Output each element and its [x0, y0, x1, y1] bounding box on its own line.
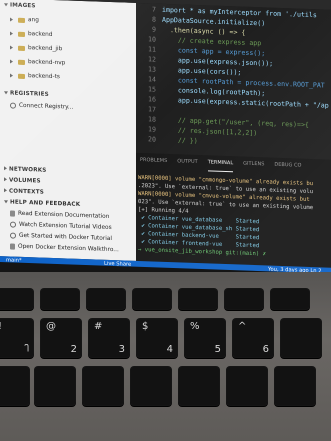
- docker-sidebar: IMAGES ang backend backend_jib backend-n…: [0, 0, 136, 261]
- image-icon: [18, 73, 25, 79]
- key-2[interactable]: @ 2: [40, 318, 82, 358]
- star-icon: [10, 232, 16, 239]
- key[interactable]: [40, 288, 80, 310]
- chevron-right-icon: [4, 188, 7, 193]
- image-icon: [18, 59, 25, 65]
- chevron-down-icon: [4, 91, 8, 95]
- key[interactable]: [178, 288, 218, 310]
- image-icon: [18, 45, 25, 51]
- terminal-line: [+] Running 4/4: [138, 206, 189, 215]
- image-icon: [18, 17, 25, 23]
- tab-terminal[interactable]: TERMINAL: [207, 159, 234, 173]
- bottom-panel: PROBLEMS OUTPUT TERMINAL GITLENS DEBUG C…: [136, 152, 331, 268]
- key[interactable]: [86, 288, 126, 310]
- chevron-right-icon: [10, 73, 13, 78]
- tab-debug-console[interactable]: DEBUG CO: [274, 162, 301, 175]
- registries-header[interactable]: REGISTRIES: [4, 90, 49, 98]
- keyboard-deck: ! ๅ @ 2 # 3 $ 4 % 5 ^ 6: [0, 272, 331, 441]
- chevron-right-icon: [10, 17, 13, 22]
- panel-tabs: PROBLEMS OUTPUT TERMINAL GITLENS DEBUG C…: [136, 157, 301, 175]
- help-item[interactable]: Open Docker Extension Walkthro...: [10, 243, 119, 253]
- chevron-right-icon: [4, 166, 7, 171]
- key[interactable]: [270, 288, 310, 310]
- image-icon: [18, 31, 25, 37]
- chevron-right-icon: [10, 59, 13, 64]
- connect-registry-item[interactable]: Connect Registry...: [10, 102, 73, 111]
- key[interactable]: [226, 366, 268, 406]
- image-item[interactable]: ang: [10, 16, 39, 23]
- key[interactable]: [132, 288, 172, 310]
- key[interactable]: [0, 288, 34, 310]
- chevron-right-icon: [4, 177, 7, 182]
- book-icon: [10, 210, 15, 217]
- image-item[interactable]: backend-ts: [10, 72, 60, 80]
- volumes-header[interactable]: VOLUMES: [4, 177, 41, 185]
- image-item[interactable]: backend_jib: [10, 44, 62, 52]
- help-item[interactable]: Watch Extension Tutorial Videos: [10, 221, 112, 231]
- tab-problems[interactable]: PROBLEMS: [140, 157, 167, 170]
- docker-icon: [10, 243, 15, 250]
- code-line: 17: [148, 105, 156, 114]
- code-line: 20 // }): [148, 135, 198, 146]
- key[interactable]: [82, 366, 124, 406]
- key[interactable]: [178, 366, 220, 406]
- plug-icon: [10, 102, 16, 109]
- key[interactable]: [280, 318, 322, 358]
- key-tab[interactable]: [0, 366, 30, 406]
- key-1[interactable]: ! ๅ: [0, 318, 34, 358]
- tab-gitlens[interactable]: GITLENS: [243, 161, 264, 174]
- image-item[interactable]: backend-nvp: [10, 58, 65, 66]
- help-item[interactable]: Read Extension Documentation: [10, 210, 109, 220]
- chevron-right-icon: [10, 45, 13, 50]
- chevron-down-icon: [4, 3, 8, 7]
- contexts-header[interactable]: CONTEXTS: [4, 188, 44, 196]
- help-item[interactable]: Get Started with Docker Tutorial: [10, 232, 112, 242]
- key-6[interactable]: ^ 6: [232, 318, 274, 358]
- key[interactable]: [274, 366, 316, 406]
- key[interactable]: [34, 366, 76, 406]
- key-5[interactable]: % 5: [184, 318, 226, 358]
- chevron-down-icon: [4, 200, 8, 204]
- laptop-screen: IMAGES ang backend backend_jib backend-n…: [0, 0, 331, 276]
- networks-header[interactable]: NETWORKS: [4, 166, 47, 174]
- key[interactable]: [224, 288, 264, 310]
- code-line: 16 app.use(express.static(rootPath + "/a…: [148, 95, 329, 110]
- key[interactable]: [130, 366, 172, 406]
- play-icon: [10, 221, 16, 228]
- key-4[interactable]: $ 4: [136, 318, 178, 358]
- chevron-right-icon: [10, 31, 13, 36]
- photo: IMAGES ang backend backend_jib backend-n…: [0, 0, 331, 441]
- key-3[interactable]: # 3: [88, 318, 130, 358]
- images-header[interactable]: IMAGES: [4, 2, 36, 9]
- tab-output[interactable]: OUTPUT: [177, 158, 197, 171]
- image-item[interactable]: backend: [10, 30, 53, 38]
- help-feedback-header[interactable]: HELP AND FEEDBACK: [4, 199, 80, 208]
- code-editor[interactable]: 7 import * as myInterceptor from './utils…: [136, 2, 331, 160]
